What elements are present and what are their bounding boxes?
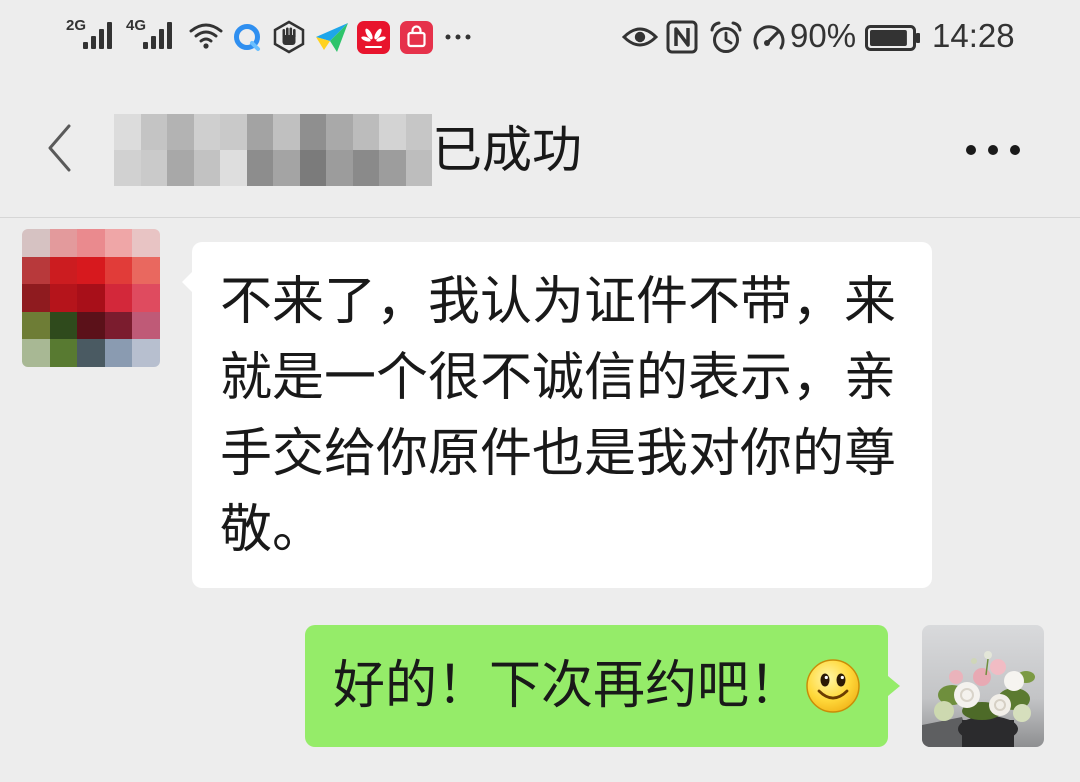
mosaic-cell	[49, 256, 78, 285]
status-bar: 2G 4G 90% 14:28	[0, 0, 1080, 75]
mosaic-cell	[167, 150, 194, 186]
alarm-icon	[710, 21, 742, 53]
message-line: 就是一个很不诚信的表示，亲	[220, 349, 897, 407]
mosaic-cell	[77, 311, 105, 340]
sent-message-text: 好的！下次再约吧！	[333, 657, 802, 715]
mosaic-cell	[132, 256, 160, 285]
mosaic-cell	[379, 150, 406, 186]
mosaic-cell	[132, 229, 160, 257]
received-message-bubble[interactable]: 不来了，我认为证件不带，来 就是一个很不诚信的表示，亲 手交给你原件也是我对你的…	[192, 242, 932, 588]
mosaic-cell	[22, 229, 50, 257]
mosaic-cell	[140, 150, 167, 186]
signal-bars-icon	[83, 22, 112, 49]
mosaic-cell	[326, 114, 353, 150]
mosaic-cell	[352, 114, 379, 150]
nfc-icon	[666, 20, 698, 54]
more-notifications-icon	[445, 34, 471, 40]
mosaic-cell	[22, 339, 50, 367]
mosaic-cell	[299, 150, 326, 186]
mosaic-cell	[104, 256, 133, 285]
mosaic-cell	[22, 256, 50, 285]
received-bubble-tail	[182, 272, 192, 292]
mosaic-cell	[220, 150, 247, 186]
mosaic-cell	[49, 229, 78, 257]
mosaic-cell	[273, 114, 300, 150]
mosaic-cell	[246, 114, 273, 150]
mosaic-cell	[77, 229, 105, 257]
mosaic-cell	[273, 150, 300, 186]
paper-plane-app-icon	[316, 23, 348, 52]
blurred-contact-name	[114, 114, 432, 186]
sent-message-bubble[interactable]: 好的！下次再约吧！	[305, 625, 888, 747]
flower-photo	[922, 625, 1044, 747]
chevron-left-icon[interactable]	[44, 122, 74, 174]
mosaic-cell	[114, 114, 141, 150]
message-line: 敬。	[220, 501, 325, 559]
mosaic-cell	[49, 284, 78, 312]
browser-app-icon	[234, 24, 260, 51]
battery-fill	[870, 30, 907, 46]
hand-shield-app-icon	[273, 20, 305, 54]
mosaic-cell	[49, 311, 78, 340]
mosaic-cell	[22, 284, 50, 312]
more-dots-icon[interactable]	[964, 143, 1022, 157]
huawei-app-icon	[357, 21, 390, 54]
mosaic-cell	[132, 284, 160, 312]
mosaic-cell	[352, 150, 379, 186]
mosaic-cell	[132, 311, 160, 340]
mosaic-cell	[104, 339, 133, 367]
mosaic-cell	[104, 229, 133, 257]
smile-emoji-icon	[806, 659, 860, 713]
mosaic-cell	[193, 150, 220, 186]
mosaic-cell	[77, 339, 105, 367]
mosaic-cell	[246, 150, 273, 186]
mosaic-cell	[22, 311, 50, 340]
header-divider	[0, 217, 1080, 218]
clock: 14:28	[932, 17, 1015, 54]
message-line: 手交给你原件也是我对你的尊	[220, 425, 897, 483]
mosaic-cell	[326, 150, 353, 186]
sent-bubble-tail	[888, 676, 900, 696]
battery-icon	[865, 25, 920, 51]
mosaic-cell	[220, 114, 247, 150]
mosaic-cell	[132, 339, 160, 367]
user-avatar[interactable]	[922, 625, 1044, 747]
mosaic-cell	[77, 256, 105, 285]
mosaic-cell	[405, 114, 432, 150]
vmall-app-icon	[400, 21, 433, 54]
mosaic-cell	[379, 114, 406, 150]
mosaic-cell	[140, 114, 167, 150]
message-line: 不来了，我认为证件不带，来	[220, 273, 897, 331]
signal-bars-icon	[143, 22, 172, 49]
mosaic-cell	[104, 311, 133, 340]
mosaic-cell	[299, 114, 326, 150]
battery-percent: 90%	[790, 17, 857, 54]
eye-comfort-icon	[622, 27, 658, 47]
mosaic-cell	[405, 150, 432, 186]
contact-avatar[interactable]	[22, 229, 160, 367]
mosaic-cell	[167, 114, 194, 150]
mosaic-cell	[77, 284, 105, 312]
mosaic-cell	[114, 150, 141, 186]
mosaic-cell	[104, 284, 133, 312]
mosaic-cell	[49, 339, 78, 367]
mosaic-cell	[193, 114, 220, 150]
chat-title: 已成功	[432, 122, 582, 178]
data-speed-icon	[753, 25, 785, 50]
wifi-icon	[189, 23, 223, 49]
